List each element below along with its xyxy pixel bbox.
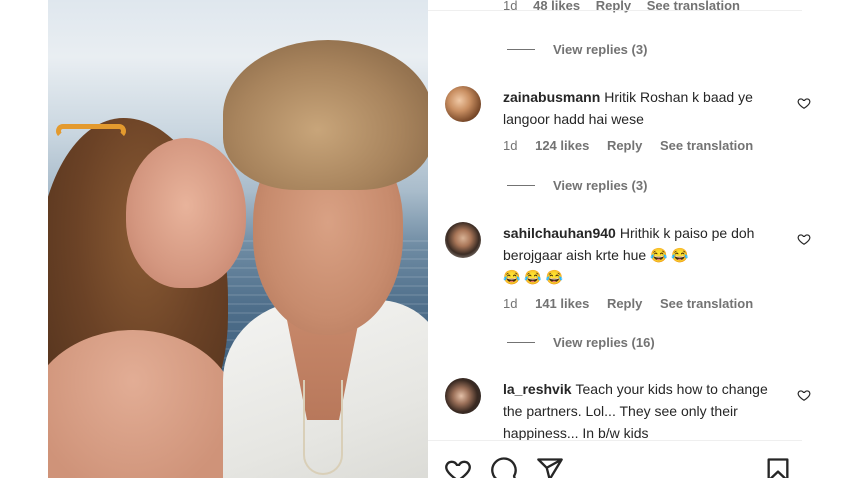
view-replies-button[interactable]: View replies (3) xyxy=(507,178,647,193)
comment-text: la_reshvik Teach your kids how to change … xyxy=(503,378,773,444)
partial-comment-meta: 1d 48 likes Reply See translation xyxy=(503,0,752,13)
heart-outline-icon[interactable] xyxy=(797,388,811,402)
view-replies-label: View replies (16) xyxy=(553,335,655,350)
paper-plane-icon[interactable] xyxy=(536,456,564,478)
top-divider xyxy=(428,10,802,11)
avatar[interactable] xyxy=(445,222,481,258)
comment-time: 1d xyxy=(503,138,518,153)
comment-username[interactable]: sahilchauhan940 xyxy=(503,225,616,241)
view-replies-label: View replies (3) xyxy=(553,178,648,193)
heart-outline-icon[interactable] xyxy=(797,96,811,110)
woman-face xyxy=(126,138,246,288)
view-replies-button[interactable]: View replies (3) xyxy=(507,42,647,57)
comment-time: 1d xyxy=(503,296,518,311)
comment-bubble-icon[interactable] xyxy=(490,456,518,478)
reply-link[interactable]: Reply xyxy=(596,0,631,13)
see-translation-link[interactable]: See translation xyxy=(660,138,753,153)
actions-divider xyxy=(428,440,802,441)
comment-username[interactable]: zainabusmann xyxy=(503,89,600,105)
replies-line xyxy=(507,49,535,50)
avatar[interactable] xyxy=(445,86,481,122)
heart-outline-icon[interactable] xyxy=(797,232,811,246)
bookmark-icon[interactable] xyxy=(764,456,792,478)
man-hair xyxy=(223,40,428,190)
heart-outline-icon[interactable] xyxy=(444,456,472,478)
sunglasses xyxy=(56,124,126,138)
view-replies-label: View replies (3) xyxy=(553,42,648,57)
comment-likes[interactable]: 124 likes xyxy=(535,138,589,153)
reply-link[interactable]: Reply xyxy=(607,296,642,311)
comment-likes[interactable]: 141 likes xyxy=(535,296,589,311)
avatar[interactable] xyxy=(445,378,481,414)
replies-line xyxy=(507,342,535,343)
necklace xyxy=(303,380,343,475)
laughing-emoji: 😂 😂 xyxy=(650,247,689,263)
laughing-emoji: 😂 😂 😂 xyxy=(503,269,564,285)
comment-meta: 1d 124 likes Reply See translation xyxy=(503,138,767,153)
comment-username[interactable]: la_reshvik xyxy=(503,381,572,397)
comments-panel[interactable]: 1d 48 likes Reply See translation View r… xyxy=(428,0,811,478)
comment-meta: 1d 141 likes Reply See translation xyxy=(503,296,767,311)
reply-link[interactable]: Reply xyxy=(607,138,642,153)
see-translation-link[interactable]: See translation xyxy=(660,296,753,311)
view-replies-button[interactable]: View replies (16) xyxy=(507,335,655,350)
comment-time: 1d xyxy=(503,0,518,13)
see-translation-link[interactable]: See translation xyxy=(647,0,740,13)
replies-line xyxy=(507,185,535,186)
comment-text: sahilchauhan940 Hrithik k paiso pe doh be… xyxy=(503,222,773,288)
comment-text: zainabusmann Hritik Roshan k baad ye lang… xyxy=(503,86,773,130)
post-photo[interactable] xyxy=(48,0,428,478)
comment-likes[interactable]: 48 likes xyxy=(533,0,580,13)
